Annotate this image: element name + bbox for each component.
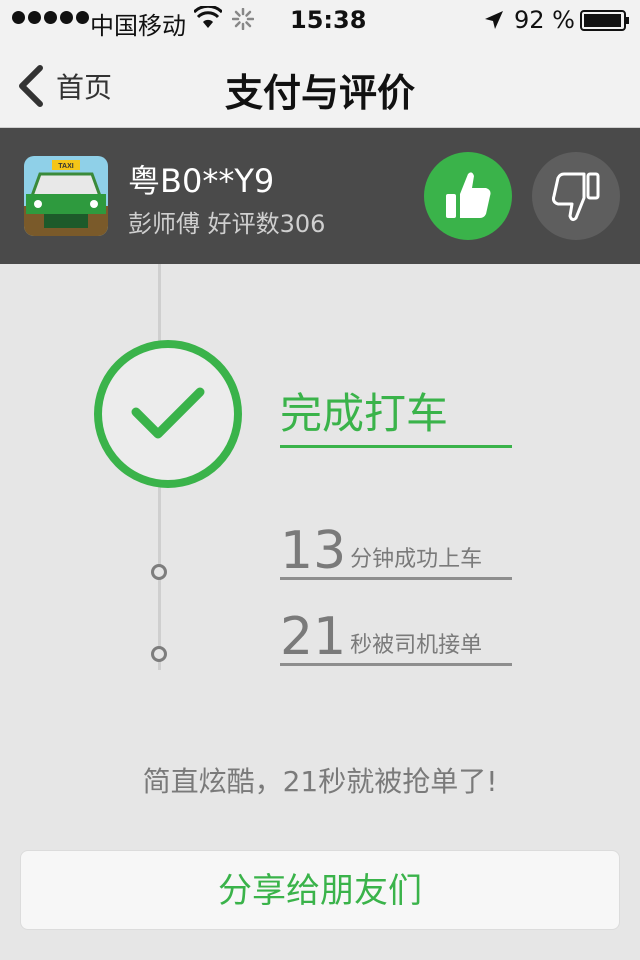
license-plate: 粤B0**Y9 <box>128 162 275 200</box>
battery-percentage: 92 % <box>514 6 575 34</box>
timeline-dot <box>151 646 167 662</box>
boarding-time-stat: 13 分钟成功上车 <box>280 524 512 580</box>
taxi-avatar-icon: TAXI <box>24 156 108 236</box>
stat-label: 分钟成功上车 <box>350 547 483 572</box>
stat-value: 21 <box>280 607 347 667</box>
thumbs-up-icon <box>446 172 491 218</box>
nav-bar: 首页 支付与评价 <box>0 40 640 128</box>
carrier-name: 中国移动 <box>90 12 186 40</box>
clock: 15:38 <box>290 6 367 34</box>
thumbs-up-button[interactable] <box>424 152 512 240</box>
wifi-icon <box>194 6 222 28</box>
taxi-avatar-image: TAXI <box>24 156 108 236</box>
ride-complete-badge <box>94 340 242 488</box>
status-bar: 中国移动 15:38 92 % <box>0 0 640 40</box>
driver-bar: TAXI 粤B0**Y9 彭师傅 好评数306 <box>0 128 640 264</box>
loading-icon <box>232 8 254 30</box>
accept-time-stat: 21 秒被司机接单 <box>280 610 512 666</box>
taxi-sign-text: TAXI <box>58 163 73 170</box>
thumbs-down-icon <box>552 172 600 222</box>
share-button[interactable]: 分享给朋友们 <box>20 850 620 930</box>
battery-icon <box>580 10 629 31</box>
ride-status-title: 完成打车 <box>280 380 512 448</box>
checkmark-icon <box>131 387 205 439</box>
thumbs-down-button[interactable] <box>532 152 620 240</box>
page-title: 支付与评价 <box>224 71 415 115</box>
driver-info: 彭师傅 好评数306 <box>128 210 326 238</box>
stat-label: 秒被司机接单 <box>350 633 483 658</box>
location-arrow-icon <box>485 11 503 29</box>
timeline-dot <box>151 564 167 580</box>
stat-value: 13 <box>280 521 347 581</box>
summary-message: 简直炫酷，21秒就被抢单了! <box>142 765 498 798</box>
signal-icon <box>12 11 89 24</box>
